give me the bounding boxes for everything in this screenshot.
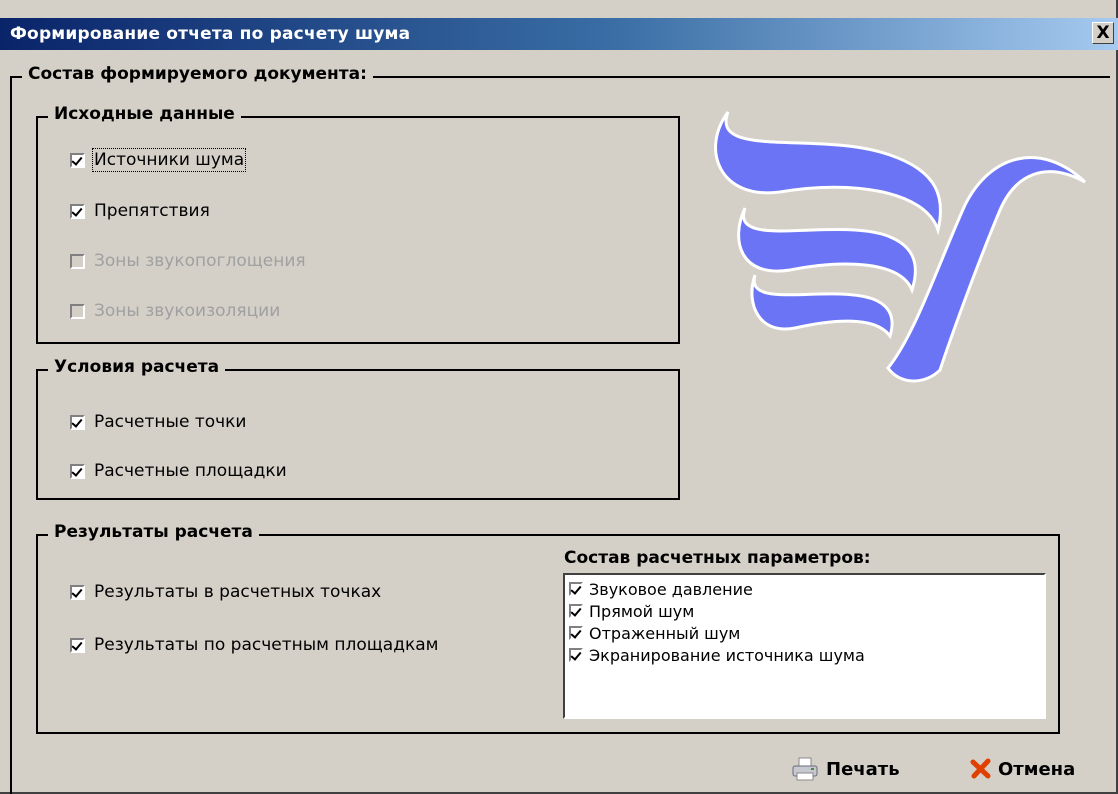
cancel-label: Отмена — [998, 758, 1076, 780]
absorption-zones-checkbox: Зоны звукопоглощения — [70, 249, 306, 273]
calc-results-title: Результаты расчета — [48, 522, 259, 542]
param-label: Экранирование источника шума — [589, 645, 865, 665]
obstacles-checkbox[interactable]: Препятствия — [70, 199, 210, 223]
checkbox-label: Результаты в расчетных точках — [94, 582, 382, 602]
printer-icon — [792, 757, 818, 781]
param-source-screening[interactable]: Экранирование источника шума — [569, 645, 865, 665]
param-label: Отраженный шум — [589, 623, 741, 643]
document-composition-title: Состав формируемого документа: — [22, 64, 373, 84]
checkbox-box — [70, 303, 85, 319]
checkbox-label: Результаты по расчетным площадкам — [94, 635, 439, 655]
checkbox-label: Расчетные точки — [94, 412, 247, 432]
checkbox-box[interactable] — [569, 626, 583, 640]
param-sound-pressure[interactable]: Звуковое давление — [569, 579, 753, 599]
param-label: Звуковое давление — [589, 579, 753, 599]
source-data-title: Исходные данные — [48, 104, 241, 124]
checkbox-box[interactable] — [70, 203, 85, 219]
checkbox-box[interactable] — [569, 648, 583, 662]
checkbox-box[interactable] — [70, 584, 85, 600]
param-direct-noise[interactable]: Прямой шум — [569, 601, 694, 621]
cancel-button[interactable]: Отмена — [970, 752, 1075, 786]
checkbox-label: Препятствия — [94, 201, 210, 221]
params-checklist[interactable]: Звуковое давление Прямой шум Отраженный … — [563, 573, 1046, 719]
checkbox-box[interactable] — [70, 463, 85, 479]
results-areas-checkbox[interactable]: Результаты по расчетным площадкам — [70, 633, 438, 657]
checkbox-box[interactable] — [70, 414, 85, 430]
cancel-icon — [970, 758, 991, 779]
calc-points-checkbox[interactable]: Расчетные точки — [70, 410, 247, 434]
print-label: Печать — [826, 758, 900, 780]
checkbox-label: Зоны звукоизоляции — [94, 301, 281, 321]
title-bar[interactable]: Формирование отчета по расчету шума X — [0, 18, 1118, 50]
checkbox-box[interactable] — [70, 637, 85, 653]
close-button[interactable]: X — [1092, 22, 1114, 44]
checkbox-box[interactable] — [569, 604, 583, 618]
calc-areas-checkbox[interactable]: Расчетные площадки — [70, 459, 287, 483]
results-points-checkbox[interactable]: Результаты в расчетных точках — [70, 580, 381, 604]
source-noise-checkbox[interactable]: Источники шума — [70, 148, 247, 172]
window-title: Формирование отчета по расчету шума — [10, 24, 411, 44]
print-button[interactable]: Печать — [790, 752, 900, 786]
checkbox-label: Расчетные площадки — [94, 461, 287, 481]
checkbox-box — [70, 253, 85, 269]
param-label: Прямой шум — [589, 601, 695, 621]
checkbox-label: Зоны звукопоглощения — [94, 251, 306, 271]
isolation-zones-checkbox: Зоны звукоизоляции — [70, 299, 280, 323]
param-reflected-noise[interactable]: Отраженный шум — [569, 623, 740, 643]
checkbox-box[interactable] — [569, 582, 583, 596]
params-title: Состав расчетных параметров: — [564, 548, 871, 568]
checkbox-box[interactable] — [70, 152, 85, 168]
checkbox-label: Источники шума — [91, 148, 247, 172]
company-logo — [714, 111, 1087, 383]
report-dialog: Формирование отчета по расчету шума X Со… — [0, 0, 1118, 794]
calc-conditions-title: Условия расчета — [48, 357, 226, 377]
